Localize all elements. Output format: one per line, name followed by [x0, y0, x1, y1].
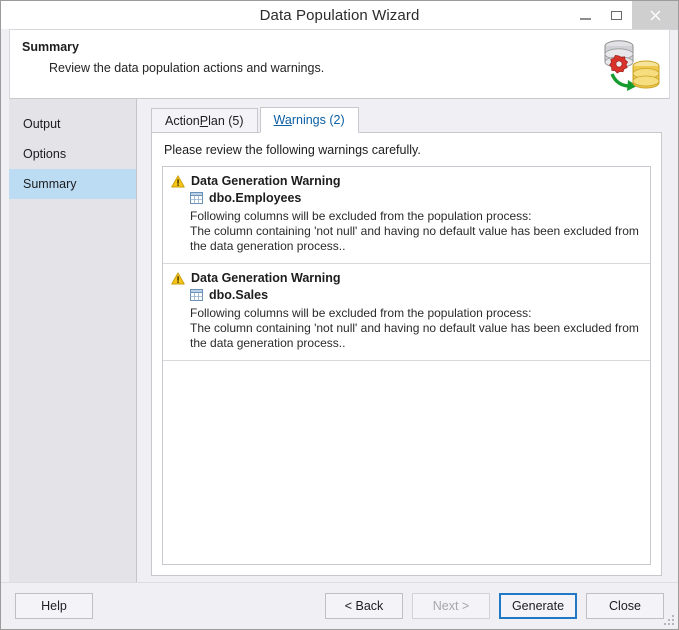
table-icon — [190, 289, 203, 301]
sidebar-item-options[interactable]: Options — [9, 139, 136, 169]
warning-object: dbo.Sales — [190, 288, 640, 302]
warnings-tab-panel: Please review the following warnings car… — [151, 132, 662, 576]
wizard-sidebar: Output Options Summary — [9, 99, 137, 582]
tab-action-plan-accel: P — [199, 113, 209, 128]
list-item[interactable]: Data Generation Warning dbo.Employees Fo… — [163, 167, 650, 264]
warning-body-line2: The column containing 'not null' and hav… — [190, 321, 639, 350]
resize-grip[interactable] — [664, 615, 675, 626]
title-bar: Data Population Wizard — [1, 0, 678, 30]
warning-body-line2: The column containing 'not null' and hav… — [190, 224, 639, 253]
generate-button[interactable]: Generate — [499, 593, 577, 619]
warning-title: Data Generation Warning — [191, 271, 341, 285]
tab-warnings-accel: Wa — [273, 113, 292, 127]
tab-warnings[interactable]: Wa rnings (2) — [259, 107, 359, 133]
database-generation-icon — [604, 40, 660, 91]
help-button[interactable]: Help — [15, 593, 93, 619]
wizard-window: Data Population Wizard Summary Review th… — [0, 0, 679, 630]
tabstrip: Action Plan (5) Wa rnings (2) — [151, 107, 662, 133]
page-title: Summary — [22, 40, 79, 54]
warning-header: Data Generation Warning — [171, 174, 640, 188]
next-button: Next > — [412, 593, 490, 619]
tab-action-plan[interactable]: Action Plan (5) — [151, 108, 258, 133]
table-icon — [190, 192, 203, 204]
close-icon — [650, 10, 660, 21]
warning-object: dbo.Employees — [190, 191, 640, 205]
warning-triangle-icon — [171, 174, 185, 187]
maximize-icon — [611, 11, 622, 20]
page-subtitle: Review the data population actions and w… — [49, 61, 325, 75]
close-button[interactable] — [632, 1, 678, 30]
tab-action-plan-pre: Action — [165, 113, 200, 128]
sidebar-item-summary[interactable]: Summary — [9, 169, 136, 199]
warning-body: Following columns will be excluded from … — [190, 209, 640, 254]
back-button[interactable]: < Back — [325, 593, 403, 619]
sidebar-item-label: Summary — [23, 177, 77, 191]
window-title: Data Population Wizard — [259, 6, 420, 24]
warning-title: Data Generation Warning — [191, 174, 341, 188]
tab-area: Action Plan (5) Wa rnings (2) Please revi… — [137, 99, 670, 582]
sidebar-item-output[interactable]: Output — [9, 109, 136, 139]
sidebar-item-label: Output — [23, 117, 61, 131]
wizard-body: Output Options Summary Action Plan (5) W… — [9, 99, 670, 582]
warning-body-line1: Following columns will be excluded from … — [190, 306, 532, 320]
tab-warnings-post: rnings (2) — [291, 113, 345, 127]
close-dialog-button[interactable]: Close — [586, 593, 664, 619]
panel-intro-text: Please review the following warnings car… — [164, 143, 421, 157]
warning-body: Following columns will be excluded from … — [190, 306, 640, 351]
warning-object-name: dbo.Employees — [209, 191, 302, 205]
warning-header: Data Generation Warning — [171, 271, 640, 285]
warning-triangle-icon — [171, 271, 185, 284]
list-item[interactable]: Data Generation Warning dbo.Sales Follow… — [163, 264, 650, 361]
minimize-icon — [580, 17, 591, 20]
minimize-button[interactable] — [570, 1, 601, 30]
page-header: Summary Review the data population actio… — [9, 29, 670, 99]
warning-object-name: dbo.Sales — [209, 288, 269, 302]
maximize-button[interactable] — [601, 1, 632, 30]
warnings-list[interactable]: Data Generation Warning dbo.Employees Fo… — [162, 166, 651, 565]
button-bar: Help < Back Next > Generate Close — [1, 582, 678, 629]
window-controls — [570, 1, 678, 30]
sidebar-item-label: Options — [23, 147, 67, 161]
tab-action-plan-post: lan (5) — [208, 113, 244, 128]
warning-body-line1: Following columns will be excluded from … — [190, 209, 532, 223]
